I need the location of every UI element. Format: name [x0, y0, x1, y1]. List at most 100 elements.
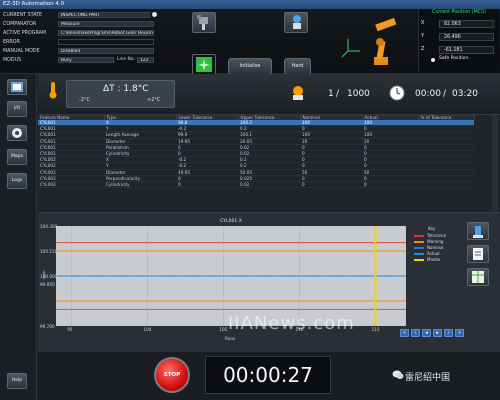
left-sidebar: I/O Maps Logs Help [0, 74, 37, 400]
current-position-panel: Current Position (MCS) X 82.063 Y 26.496… [418, 9, 499, 71]
previous-page-button[interactable]: ‹ [411, 329, 420, 337]
chart-title: CYL001 X [220, 219, 242, 224]
wechat-account-label: 雷尼绍中国 [405, 373, 451, 383]
program-field: C:\Renishaw\Programs\Robot Gear Housing\… [58, 30, 154, 36]
line-no-label: Line No: [117, 57, 135, 62]
sidebar-item-help[interactable]: Help [7, 373, 27, 389]
clock-icon [389, 85, 405, 101]
initialise-button[interactable]: Initialise [228, 58, 272, 75]
hard-reset-button[interactable]: Hard Reset [284, 58, 311, 84]
axis-value: -61.181 [439, 46, 494, 54]
temperature-delta-box: ΔT : 1.8°C -2°C +2°C [66, 80, 175, 108]
state-label: CURRENT STATE [3, 13, 43, 18]
part-count-separator: / [336, 89, 340, 99]
axis-value: 26.496 [439, 33, 494, 41]
next-button[interactable]: ▸ [433, 329, 442, 337]
y-tick-label: 100.300 [40, 223, 58, 229]
axis-label: Y [421, 33, 425, 39]
last-page-button[interactable]: » [455, 329, 464, 337]
tool-change-button[interactable] [284, 12, 308, 33]
watermark: IIANews.com [228, 313, 355, 334]
status-sparkle-icon [196, 57, 212, 72]
table-scrollbar[interactable] [492, 115, 498, 211]
position-row-x: X 82.063 [421, 20, 497, 28]
y-axis-label: mm [41, 270, 47, 279]
y-tick-label: 100.150 [40, 248, 58, 254]
cycle-timer: 00:00:27 [205, 356, 331, 394]
robot-arm-icon [341, 17, 397, 65]
axis-label: X [421, 20, 425, 26]
legend-item-actual: Actual [414, 251, 458, 256]
sidebar-item-logs[interactable]: Logs [7, 173, 27, 189]
x-tick-label: 115 [371, 327, 380, 332]
x-axis-label: Runs [225, 336, 236, 341]
sidebar-item-overview[interactable] [7, 79, 27, 95]
first-page-button[interactable]: « [400, 329, 409, 337]
report-button[interactable] [467, 245, 489, 263]
position-row-y: Y 26.496 [421, 33, 497, 41]
wechat-icon [392, 370, 404, 379]
next-page-button[interactable]: › [444, 329, 453, 337]
manual-mode-label: MANUAL MODE [3, 49, 40, 54]
info-icon[interactable] [152, 12, 157, 17]
previous-button[interactable]: ◂ [422, 329, 431, 337]
robot-gripper-icon [197, 15, 208, 30]
feature-table-panel: Feature Name Type Lower Tolerance Upper … [38, 115, 500, 211]
time-separator: / [443, 89, 447, 99]
table-cell: 0.02 [238, 181, 300, 189]
thermometer-icon [49, 82, 57, 99]
chart-svg [56, 226, 406, 326]
x-tick-label: 100 [143, 327, 152, 332]
data-sheet-button[interactable] [467, 268, 489, 286]
sidebar-item-maps[interactable]: Maps [7, 149, 27, 165]
gear-icon [12, 128, 22, 138]
program-label: ACTIVE PROGRAM [3, 31, 47, 36]
table-cell: 0 [300, 181, 362, 189]
table-row[interactable]: CYL002 Cylindricity 0 0.02 0 0 [38, 181, 474, 189]
window-title: EZ-3D Automation 4.0 [0, 0, 500, 9]
sidebar-item-settings[interactable] [7, 125, 27, 141]
robot-icon [473, 226, 483, 238]
sidebar-item-io[interactable]: I/O [7, 101, 27, 117]
chart-view-button[interactable] [467, 222, 489, 240]
comparator-field: Measure [58, 21, 154, 27]
table-cell [418, 181, 474, 189]
position-row-z: Z -61.181 [421, 46, 497, 54]
table-cell: 0 [362, 181, 418, 189]
tool-change-icon [293, 15, 301, 29]
part-count-current: 1 [328, 89, 334, 99]
elapsed-time: 00:00 [415, 89, 441, 99]
table-cell: CYL002 [38, 181, 104, 189]
error-label: ERROR [3, 40, 20, 45]
stop-button[interactable]: STOP [154, 357, 190, 393]
total-time: 03:20 [452, 89, 478, 99]
legend-item-master: Master [414, 257, 458, 262]
modus-label: MODUS [3, 58, 22, 63]
legend-item-warning: Warning [414, 239, 458, 244]
modus-field: Busy [58, 57, 114, 63]
table-cell: Cylindricity [104, 181, 176, 189]
line-no-field: 122 [137, 57, 154, 63]
max-temp-label: +2°C [147, 97, 161, 103]
overview-icon [11, 82, 23, 92]
x-tick-label: 105 [219, 327, 228, 332]
chart-legend: Key Tolerance Warning Nominal Actual Mas… [414, 226, 458, 278]
spreadsheet-icon [472, 271, 484, 283]
axis-label: Z [421, 46, 425, 52]
error-field [58, 39, 154, 45]
axis-value: 82.063 [439, 20, 494, 28]
position-title: Current Position (MCS) [431, 10, 487, 15]
safe-position-indicator [431, 58, 435, 62]
part-count-total: 1000 [347, 89, 370, 99]
run-status-button[interactable] [192, 54, 216, 76]
min-temp-label: -2°C [79, 97, 90, 103]
y-tick-label: 99.700 [40, 323, 55, 329]
table-cell: 0 [176, 181, 238, 189]
manual-mode-field: Disabled [58, 48, 154, 54]
robot-gripper-button[interactable] [192, 12, 216, 33]
legend-item-nominal: Nominal [414, 245, 458, 250]
safe-position-label: Safe Position [439, 56, 469, 61]
x-tick-label: 95 [67, 327, 73, 332]
state-field: INSPECTING PART [58, 12, 150, 18]
legend-item-tolerance: Tolerance [414, 233, 458, 238]
